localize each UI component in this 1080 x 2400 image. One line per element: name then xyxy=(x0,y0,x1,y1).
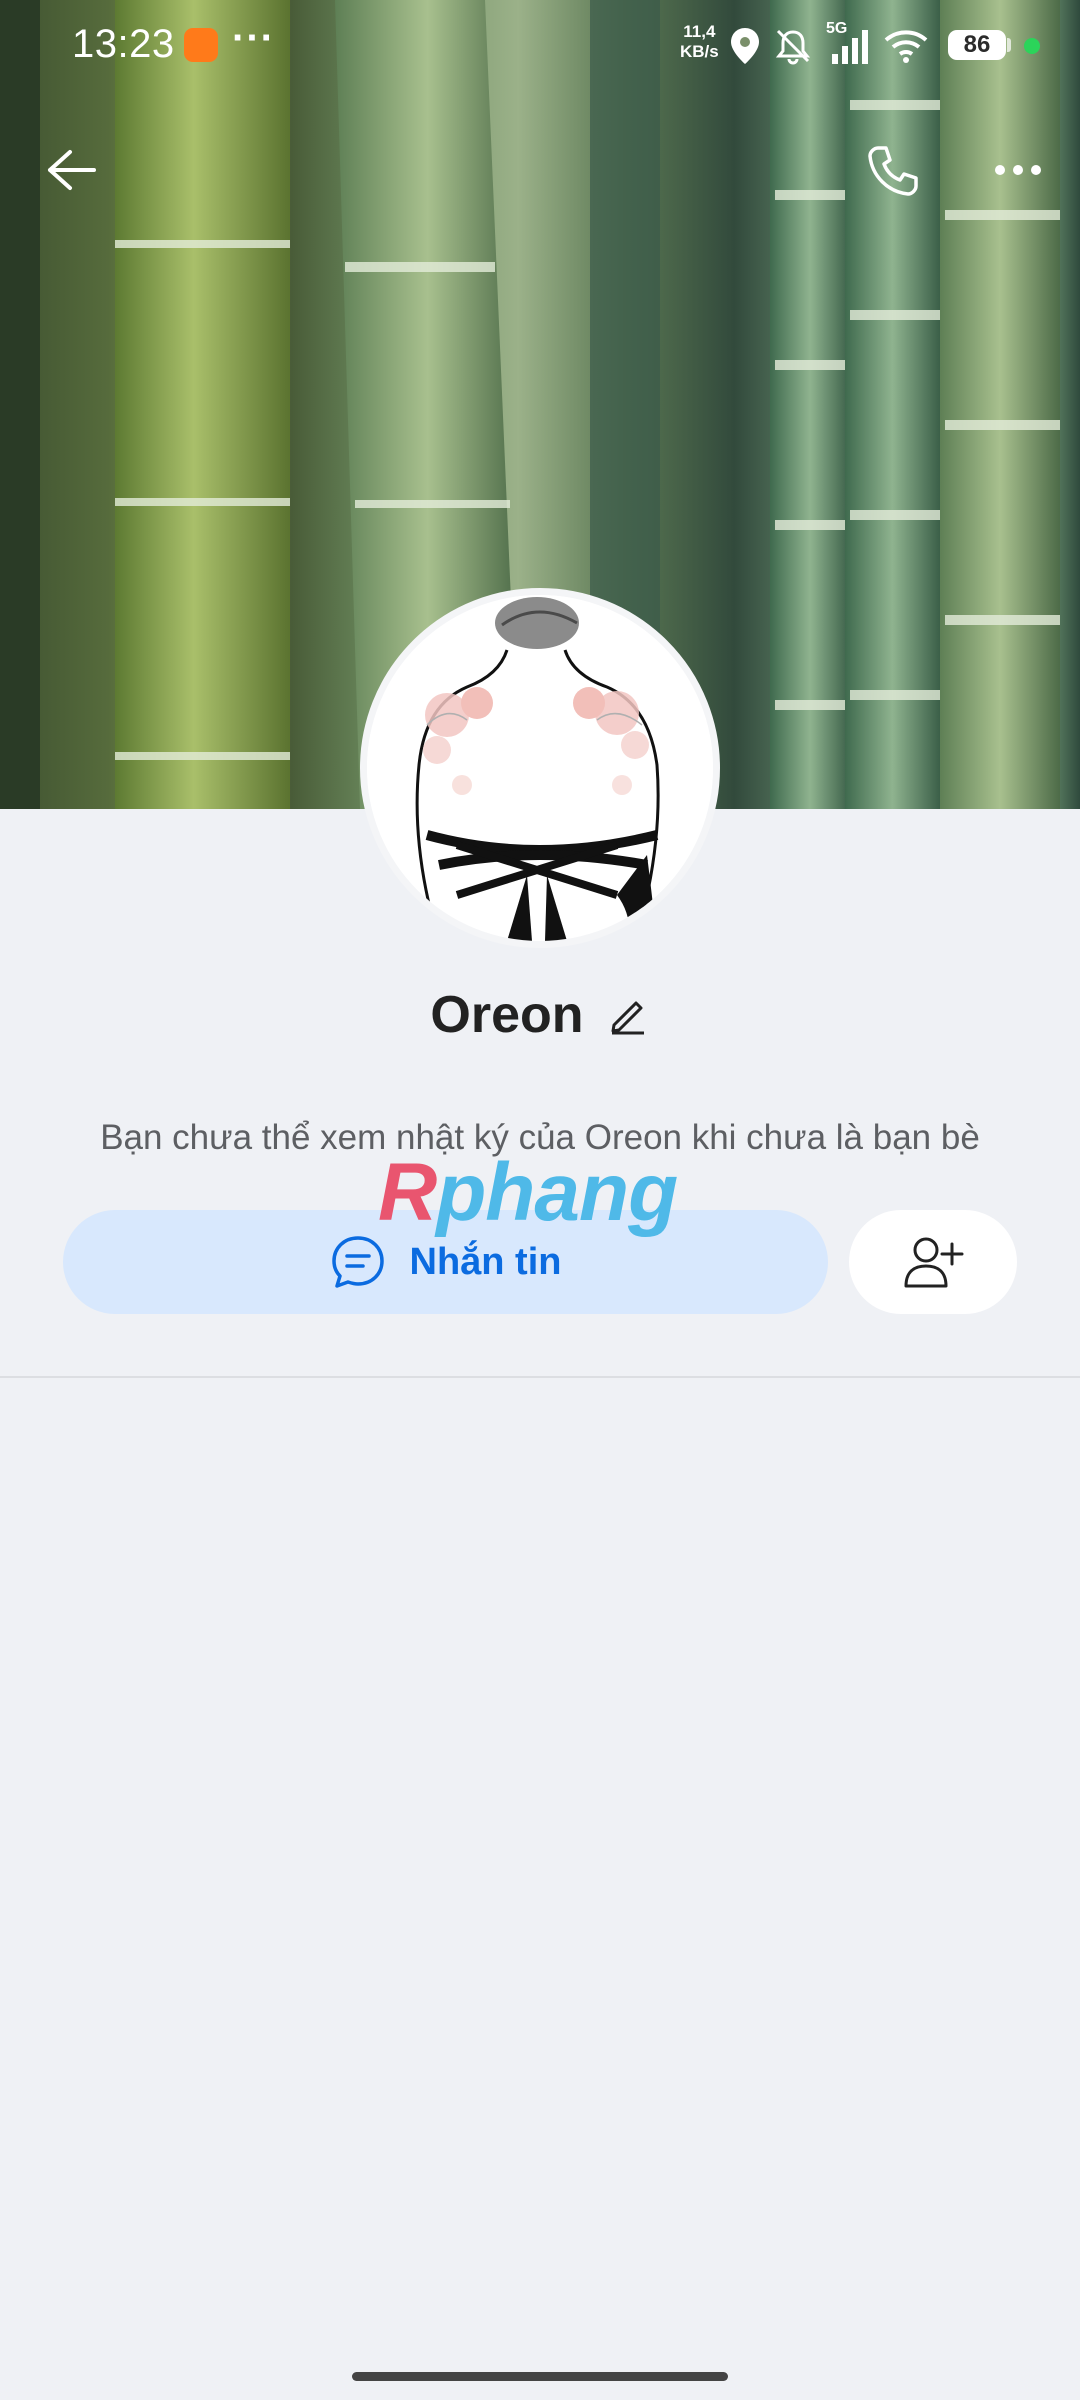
back-button[interactable] xyxy=(32,130,112,210)
profile-name: Oreon xyxy=(430,986,584,1044)
send-message-label: Nhắn tin xyxy=(409,1240,562,1283)
watermark-part1: R xyxy=(378,1147,437,1238)
add-user-icon xyxy=(904,1237,964,1288)
edit-name-button[interactable] xyxy=(606,993,650,1037)
chat-bubble-icon xyxy=(331,1236,384,1288)
add-friend-button[interactable] xyxy=(849,1210,1017,1314)
privacy-indicator-dot xyxy=(1024,38,1040,54)
watermark-logo: Rphang xyxy=(378,1147,678,1238)
network-speed-unit: KB/s xyxy=(680,42,719,61)
status-time: 13:23 xyxy=(72,22,175,66)
section-divider xyxy=(0,1376,1080,1378)
wifi-icon xyxy=(884,30,928,63)
pencil-icon xyxy=(611,1001,644,1035)
network-speed-value: 11,4 xyxy=(683,22,716,41)
home-indicator[interactable] xyxy=(352,2372,728,2381)
call-button[interactable] xyxy=(852,130,932,210)
watermark-part2: phang xyxy=(436,1147,678,1238)
status-icons: 5G xyxy=(730,20,928,68)
shopping-app-icon xyxy=(184,28,218,62)
cellular-signal-icon: 5G xyxy=(826,20,870,66)
location-icon xyxy=(731,28,759,64)
profile-avatar[interactable] xyxy=(360,588,720,948)
network-speed: 11,4 KB/s xyxy=(680,22,719,62)
status-bar: 13:23 ··· 11,4 KB/s 5G 86 xyxy=(0,0,1080,90)
avatar-illustration xyxy=(367,595,713,941)
phone-icon xyxy=(868,146,918,196)
arrow-left-icon xyxy=(48,150,96,190)
more-options-button[interactable] xyxy=(978,130,1058,210)
profile-name-row: Oreon xyxy=(0,985,1080,1045)
more-horizontal-icon xyxy=(995,165,1041,175)
battery-indicator: 86 xyxy=(948,30,1006,60)
battery-tip xyxy=(1007,38,1011,52)
bell-muted-icon xyxy=(775,29,811,65)
more-notifications-icon: ··· xyxy=(232,16,275,60)
